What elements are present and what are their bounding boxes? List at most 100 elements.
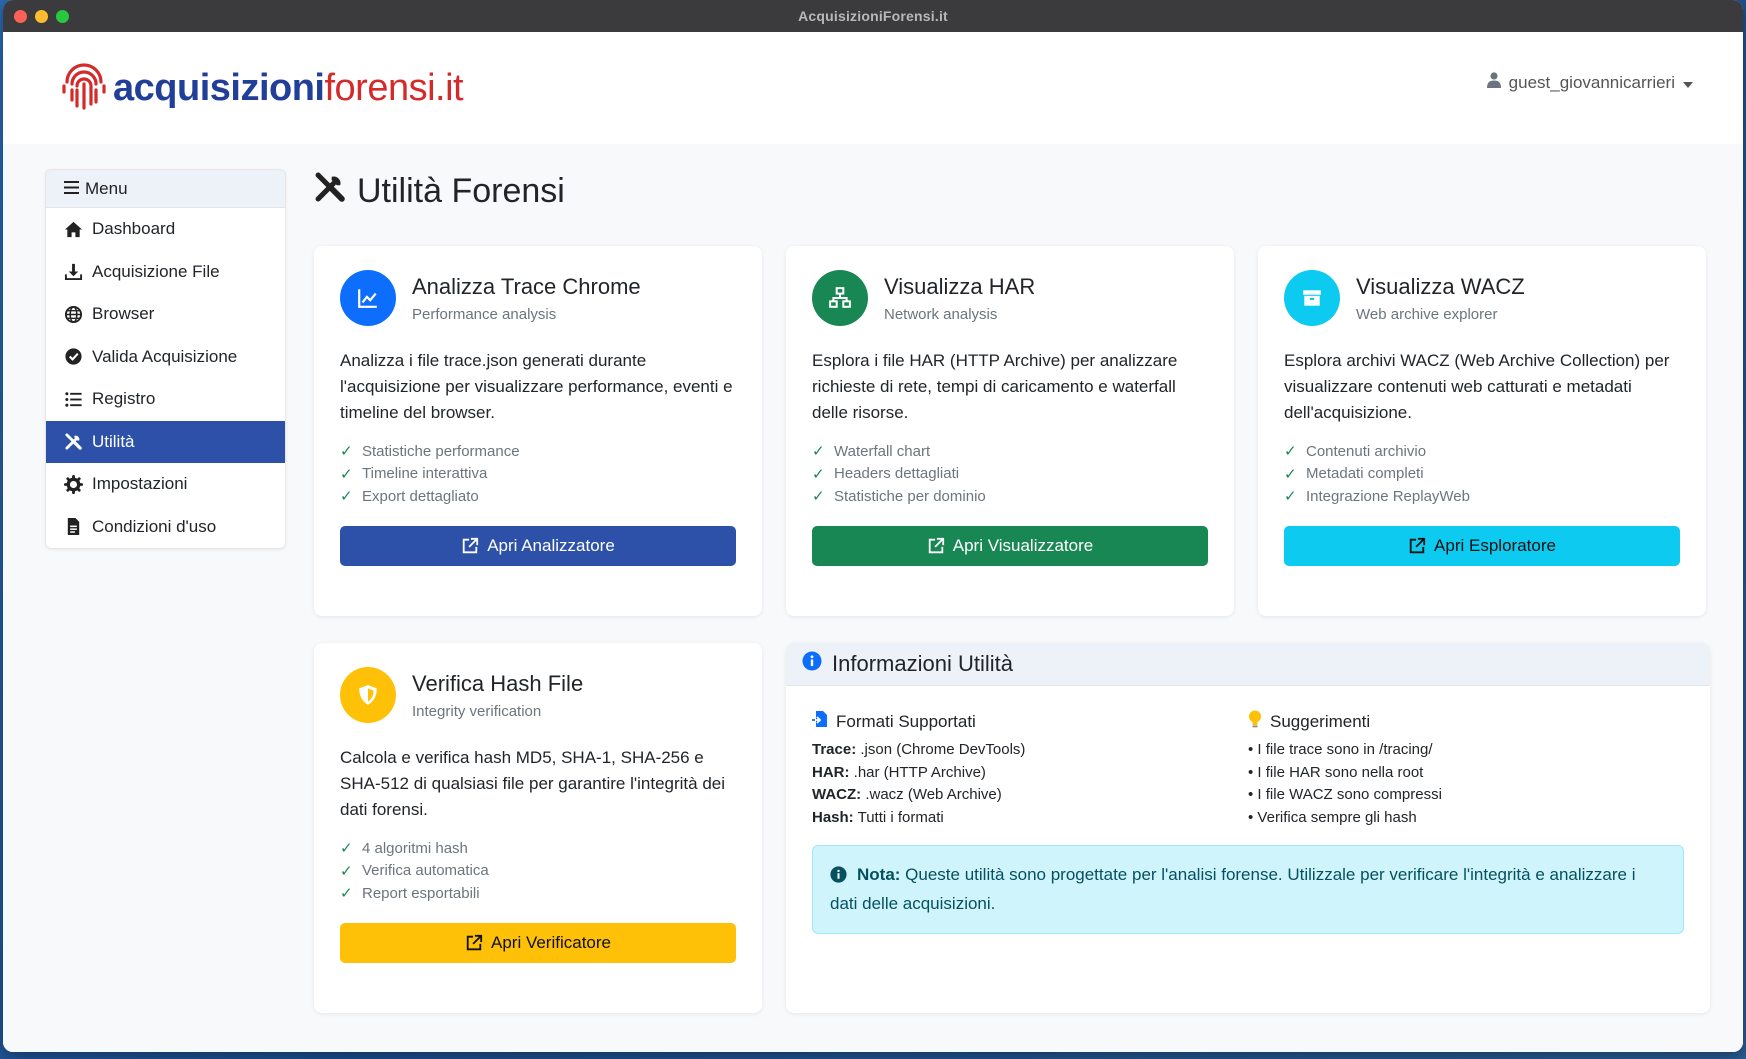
feature-item: ✓ Statistiche performance <box>340 442 520 461</box>
supported-formats: Formati Supportati Trace: .json (Chrome … <box>812 710 1248 831</box>
sidebar-title: Menu <box>85 178 128 198</box>
note-text: Queste utilità sono progettate per l'ana… <box>830 865 1636 913</box>
check-icon: ✓ <box>340 488 353 506</box>
check-icon: ✓ <box>340 465 353 483</box>
format-line: Hash: Tutti i formati <box>812 808 944 826</box>
file-import-icon <box>812 710 828 733</box>
tip-line: • I file trace sono in /tracing/ <box>1248 741 1433 758</box>
note-alert: Nota: Queste utilità sono progettate per… <box>812 845 1684 934</box>
feature-item: ✓ Contenuti archivio <box>1284 442 1427 461</box>
card-hash: Verifica Hash File Integrity verificatio… <box>314 643 762 1013</box>
check-icon: ✓ <box>340 443 353 461</box>
feature-item: ✓ Metadati completi <box>1284 465 1424 483</box>
external-link-icon <box>928 537 944 553</box>
card-subtitle: Network analysis <box>884 305 998 323</box>
open-explorer-button[interactable]: Apri Esploratore <box>1284 525 1680 566</box>
sidebar-item-label: Acquisizione File <box>92 261 220 281</box>
open-viewer-button[interactable]: Apri Visualizzatore <box>812 525 1208 566</box>
card-title: Verifica Hash File <box>412 670 584 696</box>
info-card-header: Informazioni Utilità <box>786 643 1710 686</box>
app-window: AcquisizioniForensi.it acquisizioniforen… <box>3 0 1743 1052</box>
format-line: Trace: .json (Chrome DevTools) <box>812 741 1026 758</box>
main-content: Menu Dashboard Acquisizione File Browser… <box>3 144 1743 1052</box>
sidebar-item-valida-acquisizione[interactable]: Valida Acquisizione <box>46 336 285 379</box>
brand-logo[interactable]: acquisizioniforensi.it <box>61 60 464 117</box>
open-verifier-button[interactable]: Apri Verificatore <box>340 922 736 963</box>
tip-line: • I file WACZ sono compressi <box>1248 786 1442 803</box>
check-icon: ✓ <box>812 443 825 461</box>
top-navbar: acquisizioniforensi.it guest_giovannicar… <box>3 32 1743 144</box>
feature-item: ✓ Integrazione ReplayWeb <box>1284 487 1470 506</box>
note-label: Nota: <box>857 865 901 884</box>
feature-item: ✓ 4 algoritmi hash <box>340 839 468 858</box>
info-circle-icon <box>802 651 822 677</box>
sidebar-item-condizioni-uso[interactable]: Condizioni d'uso <box>46 506 285 549</box>
feature-item: ✓ Timeline interattiva <box>340 465 488 483</box>
page-title-text: Utilità Forensi <box>357 172 565 210</box>
sidebar-item-browser[interactable]: Browser <box>46 293 285 336</box>
tip-line: • I file HAR sono nella root <box>1248 763 1424 781</box>
list-icon <box>65 392 82 407</box>
sidebar-item-label: Valida Acquisizione <box>92 346 238 366</box>
open-analyzer-button[interactable]: Apri Analizzatore <box>340 525 736 566</box>
info-card-title: Informazioni Utilità <box>832 651 1013 676</box>
title-bar: AcquisizioniForensi.it <box>3 0 1743 32</box>
info-card: Informazioni Utilità Formati Supportati … <box>786 643 1710 1013</box>
document-icon <box>67 518 80 536</box>
check-icon: ✓ <box>1284 488 1297 506</box>
gear-icon <box>64 474 83 494</box>
sidebar-item-label: Impostazioni <box>92 474 188 494</box>
username: guest_giovannicarrieri <box>1508 72 1675 92</box>
check-icon: ✓ <box>340 885 353 903</box>
minimize-window-button[interactable] <box>35 10 48 23</box>
tips-title: Suggerimenti <box>1270 711 1371 731</box>
sidebar-menu: Menu Dashboard Acquisizione File Browser… <box>45 169 286 549</box>
user-icon <box>1486 72 1501 93</box>
close-window-button[interactable] <box>14 10 27 23</box>
card-description: Analizza i file trace.json generati dura… <box>340 351 733 422</box>
card-har: Visualizza HAR Network analysis Esplora … <box>786 246 1234 616</box>
card-subtitle: Performance analysis <box>412 305 557 323</box>
feature-list: ✓ Contenuti archivio ✓ Metadati completi ✓… <box>1284 440 1680 508</box>
sidebar-item-impostazioni[interactable]: Impostazioni <box>46 463 285 506</box>
sidebar-item-acquisizione-file[interactable]: Acquisizione File <box>46 251 285 294</box>
feature-item: ✓ Statistiche per dominio <box>812 487 986 506</box>
sidebar-item-utilita[interactable]: Utilità <box>46 420 285 463</box>
card-title: Analizza Trace Chrome <box>412 273 641 299</box>
sidebar-item-label: Dashboard <box>92 219 176 239</box>
card-subtitle: Web archive explorer <box>1356 305 1498 323</box>
download-icon <box>64 264 83 281</box>
maximize-window-button[interactable] <box>56 10 69 23</box>
feature-list: ✓ Waterfall chart ✓ Headers dettagliati ✓ S… <box>812 440 1208 508</box>
feature-item: ✓ Headers dettagliati <box>812 465 960 483</box>
chevron-down-icon <box>1683 73 1693 93</box>
sidebar-item-registro[interactable]: Registro <box>46 378 285 421</box>
sidebar-item-label: Browser <box>92 304 155 324</box>
feature-item: ✓ Export dettagliato <box>340 487 479 506</box>
hamburger-icon <box>64 179 79 199</box>
globe-icon <box>64 305 83 323</box>
check-icon: ✓ <box>1284 465 1297 483</box>
feature-item: ✓ Report esportabili <box>340 884 480 903</box>
feature-item: ✓ Waterfall chart <box>812 442 931 461</box>
feature-list: ✓ Statistiche performance ✓ Timeline inter… <box>340 440 736 508</box>
lightbulb-icon <box>1248 710 1262 733</box>
check-icon: ✓ <box>812 488 825 506</box>
card-trace-chrome: Analizza Trace Chrome Performance analys… <box>314 246 762 616</box>
sidebar-item-dashboard[interactable]: Dashboard <box>46 208 285 251</box>
page-title: Utilità Forensi <box>313 170 565 213</box>
window-controls <box>14 10 69 23</box>
chart-line-icon <box>340 270 396 326</box>
sidebar-header: Menu <box>46 170 285 208</box>
check-icon: ✓ <box>340 862 353 880</box>
shield-icon <box>340 667 396 723</box>
format-line: WACZ: .wacz (Web Archive) <box>812 786 1002 803</box>
external-link-icon <box>463 537 479 553</box>
user-dropdown[interactable]: guest_giovannicarrieri <box>1486 72 1693 93</box>
brand-name: acquisizioniforensi.it <box>113 66 464 109</box>
sidebar-item-label: Registro <box>92 389 156 409</box>
card-title: Visualizza WACZ <box>1356 273 1525 299</box>
external-link-icon <box>1409 537 1426 553</box>
network-icon <box>812 270 868 326</box>
check-icon: ✓ <box>812 465 825 483</box>
